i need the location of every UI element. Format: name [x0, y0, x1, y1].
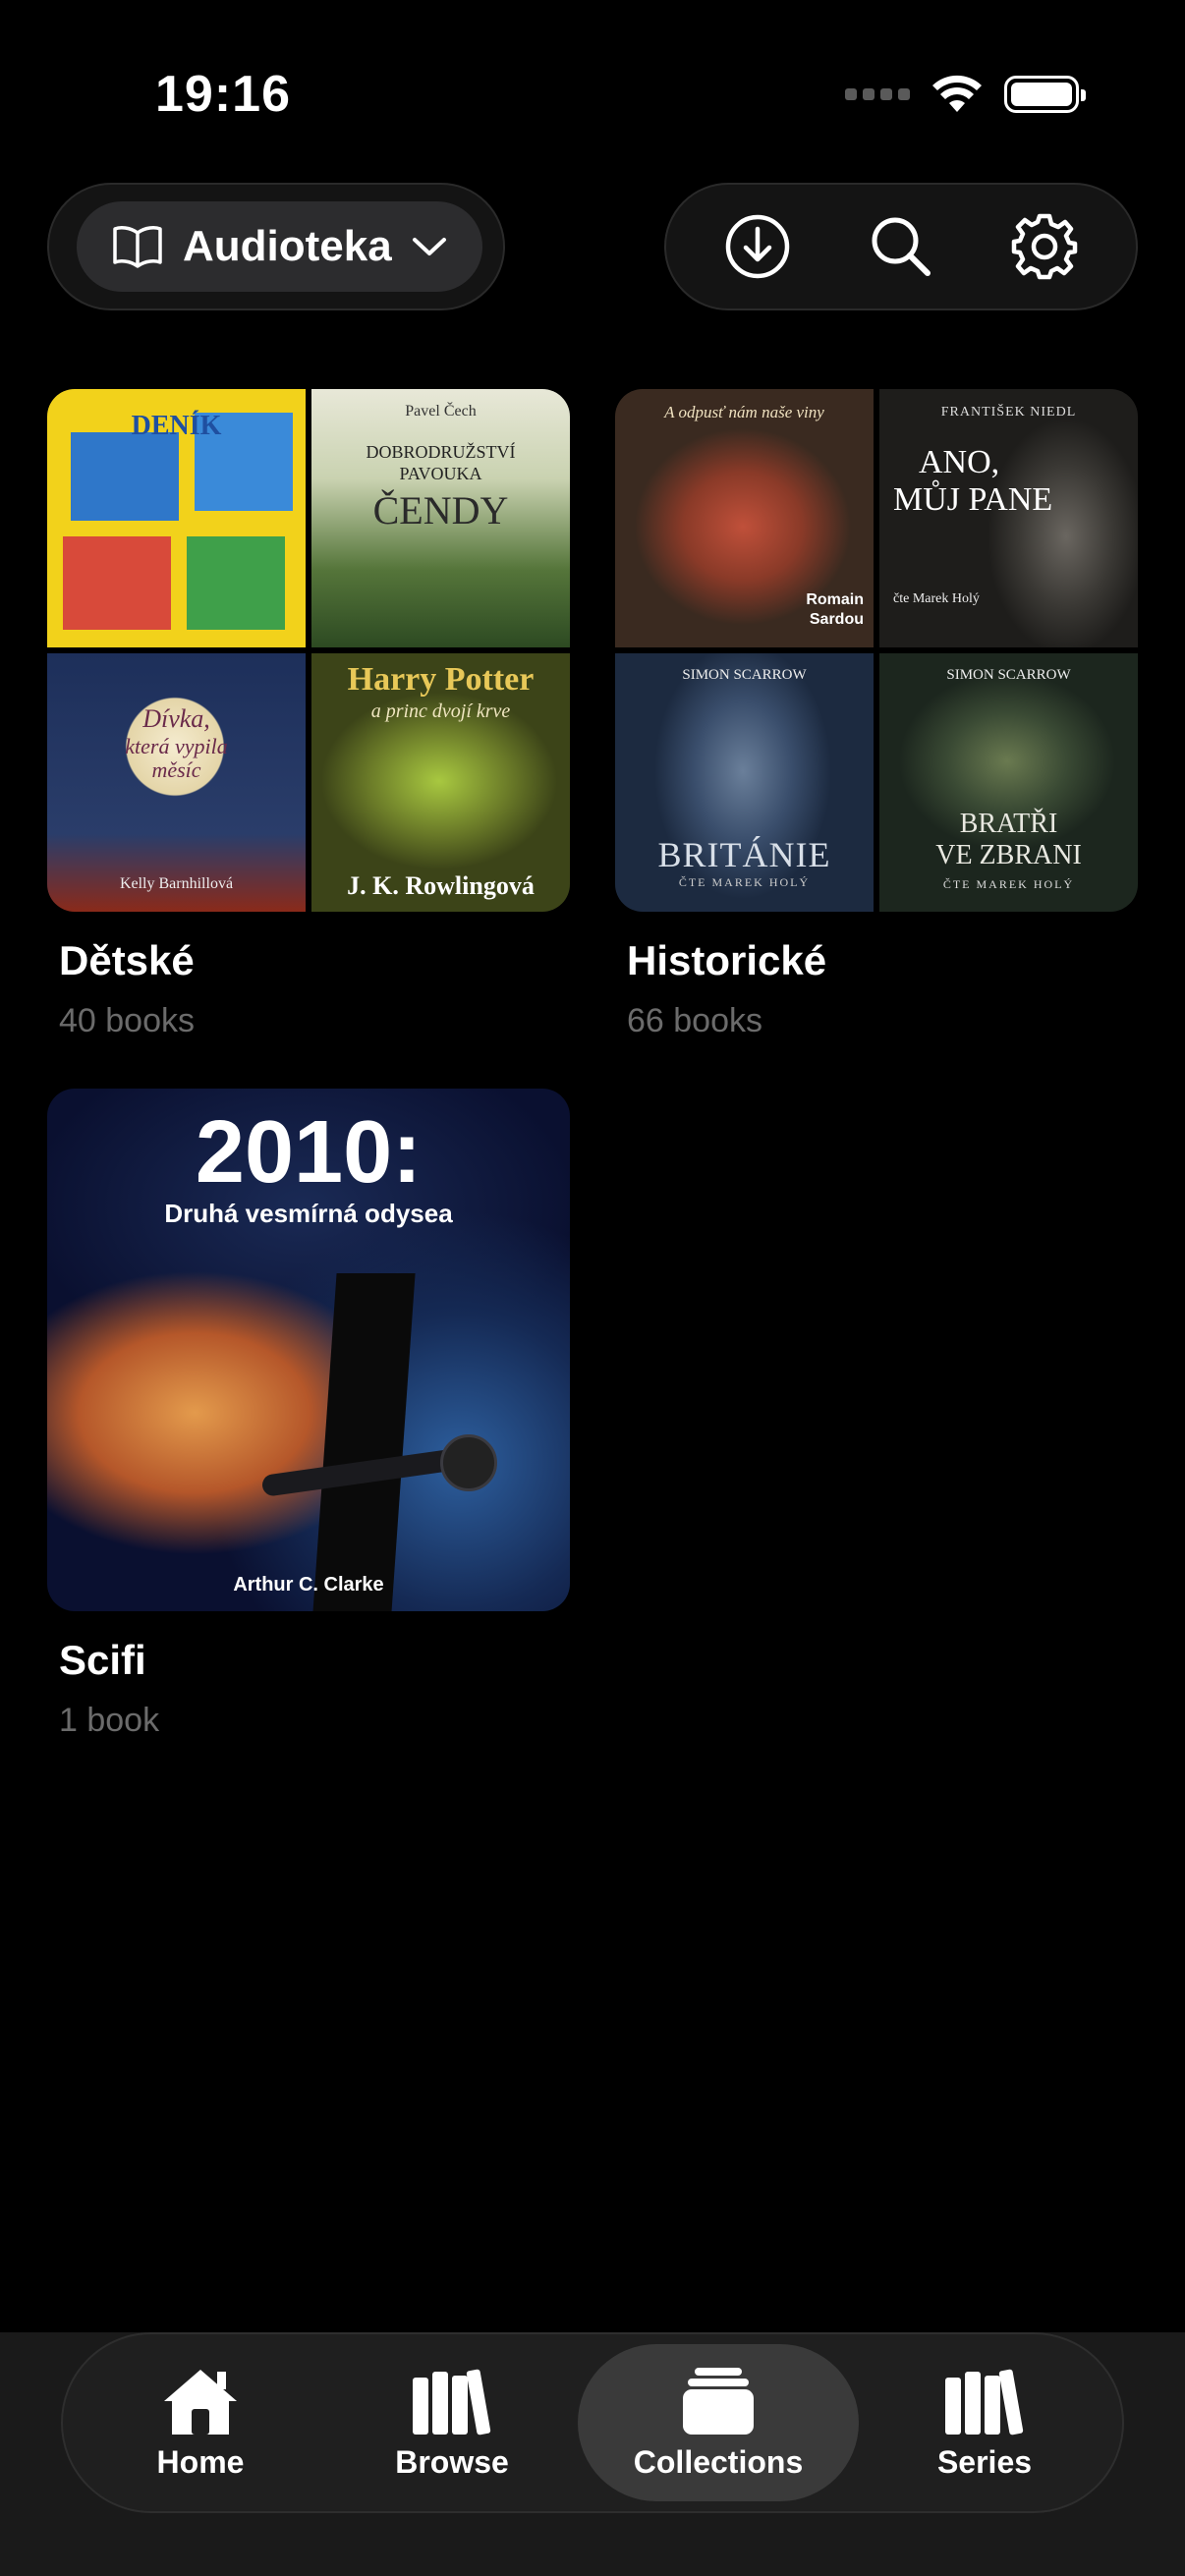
collection-card-historicke[interactable]: A odpusť nám naše viny Romain Sardou FRA… [615, 389, 1138, 1040]
download-button[interactable] [713, 202, 802, 291]
book-cover: Harry Potter a princ dvojí krve J. K. Ro… [311, 653, 570, 912]
books-icon [413, 2369, 491, 2435]
cover-text: ČTE MAREK HOLÝ [942, 877, 1075, 891]
cover-text: která vypila [125, 734, 228, 758]
search-button[interactable] [857, 202, 945, 291]
collection-cover-grid: DENÍK Pavel Čech DOBRODRUŽSTVÍ PAVOUKA Č… [47, 389, 570, 912]
monolith [311, 1273, 416, 1611]
download-icon [725, 214, 790, 279]
cover-text: A odpusť nám naše viny [664, 403, 824, 421]
tab-browse[interactable]: Browse [326, 2344, 578, 2501]
cover-text: PAVOUKA [399, 464, 482, 483]
battery-icon [1004, 76, 1086, 113]
book-cover: A odpusť nám naše viny Romain Sardou [615, 389, 874, 647]
collection-count: 1 book [59, 1702, 160, 1739]
status-icons [845, 75, 1086, 114]
tab-label: Collections [633, 2443, 804, 2480]
library-selector-button[interactable]: Audioteka [77, 201, 482, 292]
cover-text: FRANTIŠEK NIEDL [940, 405, 1077, 420]
cover-text: Romain [806, 591, 864, 608]
house-icon [164, 2369, 237, 2435]
cover-text: MŮJ PANE [893, 481, 1053, 518]
collection-count: 40 books [59, 1002, 195, 1039]
cover-text: J. K. Rowlingová [347, 871, 535, 900]
tab-series[interactable]: Series [859, 2344, 1110, 2501]
cover-title: 2010: [195, 1103, 423, 1202]
cover-text: VE ZBRANI [935, 840, 1082, 870]
gear-icon [1011, 213, 1078, 280]
collection-count: 66 books [627, 1002, 762, 1039]
book-cover: Pavel Čech DOBRODRUŽSTVÍ PAVOUKA ČENDY [311, 389, 570, 647]
chevron-down-icon [412, 238, 446, 255]
tab-label: Series [936, 2443, 1033, 2480]
collection-title: Scifi [59, 1637, 146, 1683]
series-icon [945, 2369, 1024, 2435]
wifi-icon [932, 75, 982, 112]
tab-home[interactable]: Home [75, 2344, 326, 2501]
book-cover: SIMON SCARROW BRITÁNIE ČTE MAREK HOLÝ [615, 653, 874, 912]
search-icon [872, 217, 931, 276]
collection-card-detske[interactable]: DENÍK Pavel Čech DOBRODRUŽSTVÍ PAVOUKA Č… [47, 389, 570, 1040]
cover-text: Dívka, [142, 704, 210, 733]
cover-text: DENÍK [131, 411, 222, 441]
tab-label: Browse [395, 2443, 509, 2480]
book-icon [113, 226, 162, 268]
tab-label: Home [156, 2443, 245, 2480]
status-time: 19:16 [155, 66, 291, 123]
stack-icon [683, 2367, 754, 2435]
cover-author: Arthur C. Clarke [233, 1574, 384, 1596]
cover-text: BRITÁNIE [657, 835, 831, 874]
cover-text: ANO, [919, 444, 1000, 480]
cover-text: Kelly Barnhillová [119, 875, 234, 892]
collection-card-scifi[interactable]: 2010: Druhá vesmírná odysea Arthur C. Cl… [47, 1089, 570, 1740]
cover-text: SIMON SCARROW [682, 667, 807, 683]
cellular-signal-icon [845, 88, 910, 100]
cover-text: SIMON SCARROW [946, 667, 1071, 683]
library-name: Audioteka [183, 222, 392, 270]
collection-title: Historické [627, 937, 827, 983]
cover-text: a princ dvojí krve [370, 700, 511, 722]
collection-title: Dětské [59, 937, 195, 983]
toolbar-actions [664, 183, 1138, 310]
tab-bar: Home Browse Collections Series [61, 2332, 1124, 2513]
book-cover: 2010: Druhá vesmírná odysea Arthur C. Cl… [47, 1089, 570, 1611]
book-cover: SIMON SCARROW BRATŘI VE ZBRANI ČTE MAREK… [879, 653, 1138, 912]
cover-text: ČENDY [372, 488, 509, 532]
cover-text: Pavel Čech [405, 403, 477, 420]
library-selector-container: Audioteka [47, 183, 505, 310]
cover-text: Harry Potter [347, 661, 535, 698]
cover-text: ČTE MAREK HOLÝ [678, 875, 811, 889]
cover-text: Sardou [809, 611, 864, 628]
cover-subtitle: Druhá vesmírná odysea [164, 1199, 453, 1228]
book-cover: FRANTIŠEK NIEDL ANO, MŮJ PANE čte Marek … [879, 389, 1138, 647]
settings-button[interactable] [1000, 202, 1089, 291]
book-cover: DENÍK [47, 389, 306, 647]
book-cover: Dívka, která vypila měsíc Kelly Barnhill… [47, 653, 306, 912]
cover-text: čte Marek Holý [893, 591, 980, 606]
cover-text: BRATŘI [959, 809, 1058, 839]
tab-collections[interactable]: Collections [578, 2344, 859, 2501]
cover-text: měsíc [151, 757, 201, 782]
cover-text: DOBRODRUŽSTVÍ [366, 442, 516, 462]
collection-cover-grid: A odpusť nám naše viny Romain Sardou FRA… [615, 389, 1138, 912]
